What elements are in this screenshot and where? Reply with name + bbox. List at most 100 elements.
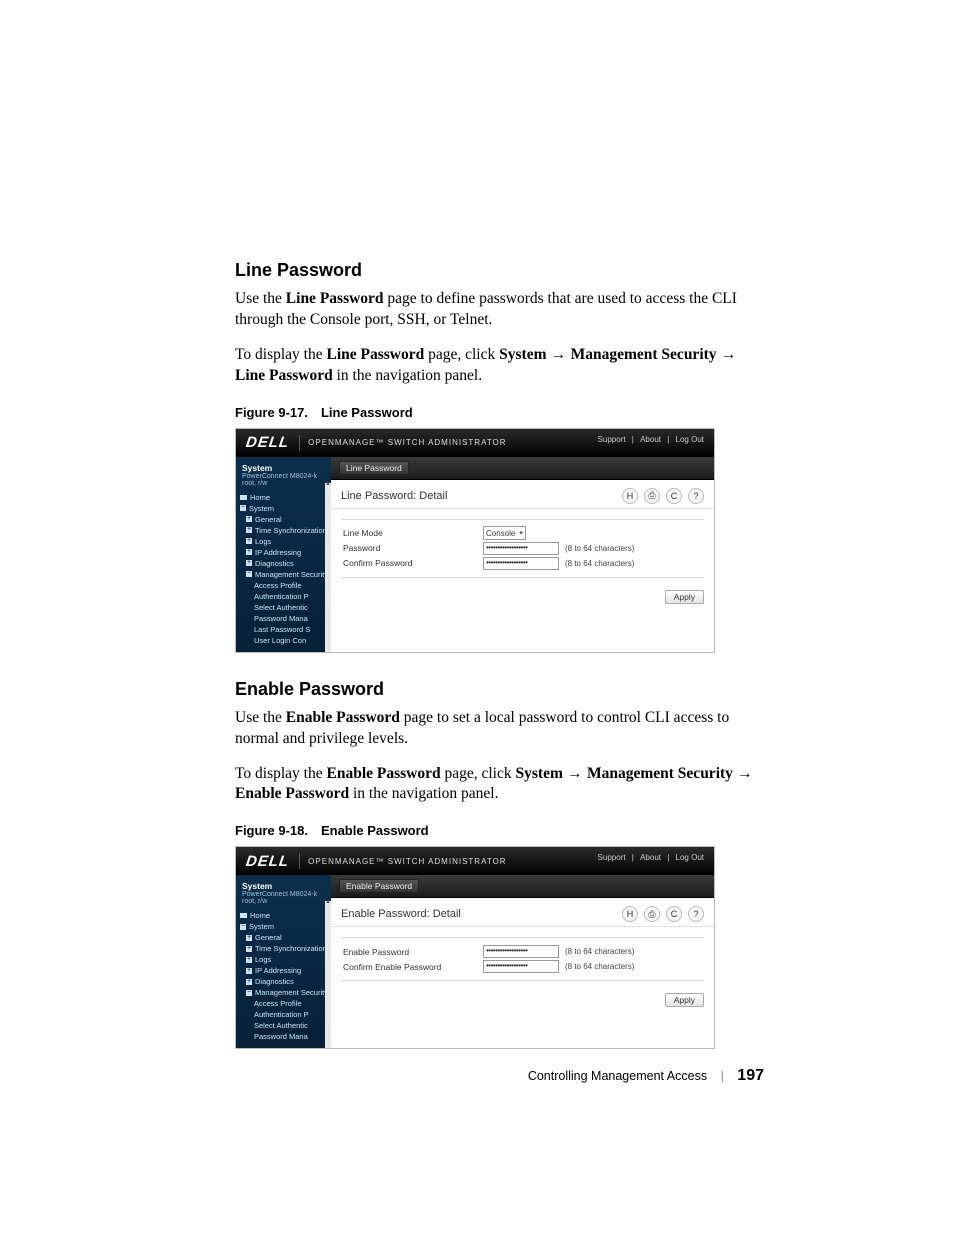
line-password-term: Line Password bbox=[286, 290, 384, 307]
app-header: DELL OPENMANAGE™ SWITCH ADMINISTRATOR Su… bbox=[236, 847, 714, 875]
collapse-icon[interactable] bbox=[246, 571, 252, 577]
expand-icon[interactable] bbox=[246, 935, 252, 941]
support-link[interactable]: Support bbox=[598, 853, 626, 862]
tree-general[interactable]: General bbox=[240, 932, 329, 943]
tree-home[interactable]: Home bbox=[240, 910, 329, 921]
sidebar-tree: Home System General Time Synchronization… bbox=[236, 490, 331, 648]
confirm-password-input[interactable]: •••••••••••••••••• bbox=[483, 557, 559, 570]
tree-logs[interactable]: Logs bbox=[240, 954, 329, 965]
text: Line Password bbox=[326, 346, 424, 363]
footer-title: Controlling Management Access bbox=[528, 1069, 707, 1083]
tree-select-auth[interactable]: Select Authentic bbox=[240, 602, 329, 613]
sep: | bbox=[630, 435, 637, 444]
sep: | bbox=[665, 853, 672, 862]
collapse-icon[interactable] bbox=[240, 505, 246, 511]
confirm-enable-password-input[interactable]: •••••••••••••••••• bbox=[483, 960, 559, 973]
page-title: Enable Password: Detail bbox=[341, 908, 622, 920]
tree-label: Password Mana bbox=[254, 1031, 308, 1042]
collapse-icon[interactable] bbox=[246, 990, 252, 996]
tree-password-mgmt[interactable]: Password Mana bbox=[240, 1031, 329, 1042]
app-title: OPENMANAGE™ SWITCH ADMINISTRATOR bbox=[299, 435, 506, 451]
nav-mgmt-sec: Management Security bbox=[571, 346, 717, 363]
expand-icon[interactable] bbox=[246, 549, 252, 555]
breadcrumb-tab[interactable]: Line Password bbox=[339, 461, 409, 475]
tree-select-auth[interactable]: Select Authentic bbox=[240, 1020, 329, 1031]
password-hint: (8 to 64 characters) bbox=[565, 962, 634, 971]
tree-label: Logs bbox=[255, 954, 271, 965]
tree-general[interactable]: General bbox=[240, 514, 329, 525]
tree-access-profile[interactable]: Access Profile bbox=[240, 998, 329, 1009]
tree-diag[interactable]: Diagnostics bbox=[240, 558, 329, 569]
about-link[interactable]: About bbox=[640, 853, 661, 862]
expand-icon[interactable] bbox=[246, 979, 252, 985]
logout-link[interactable]: Log Out bbox=[676, 435, 704, 444]
sep: | bbox=[665, 435, 672, 444]
expand-icon[interactable] bbox=[246, 527, 252, 533]
text: To display the bbox=[235, 765, 326, 782]
password-input[interactable]: •••••••••••••••••• bbox=[483, 542, 559, 555]
refresh-icon[interactable]: C bbox=[666, 488, 682, 504]
tree-auth-profile[interactable]: Authentication P bbox=[240, 1009, 329, 1020]
expand-icon[interactable] bbox=[246, 946, 252, 952]
password-hint: (8 to 64 characters) bbox=[565, 544, 634, 553]
tree-auth-profile[interactable]: Authentication P bbox=[240, 591, 329, 602]
tree-label: Logs bbox=[255, 536, 271, 547]
sidebar: System PowerConnect M8024-k root, r/w Ho… bbox=[236, 457, 331, 652]
tree-ipaddr[interactable]: IP Addressing bbox=[240, 965, 329, 976]
support-link[interactable]: Support bbox=[598, 435, 626, 444]
help-icon[interactable]: ? bbox=[688, 906, 704, 922]
breadcrumb-tab[interactable]: Enable Password bbox=[339, 879, 419, 893]
tree-system[interactable]: System bbox=[240, 921, 329, 932]
tree-access-profile[interactable]: Access Profile bbox=[240, 580, 329, 591]
tree-home[interactable]: Home bbox=[240, 492, 329, 503]
print-icon[interactable]: ⎙ bbox=[644, 906, 660, 922]
tree-logs[interactable]: Logs bbox=[240, 536, 329, 547]
tree-password-mgmt[interactable]: Password Mana bbox=[240, 613, 329, 624]
content-area: Line Password Line Password: Detail H ⎙ … bbox=[331, 457, 714, 652]
tree-diag[interactable]: Diagnostics bbox=[240, 976, 329, 987]
footer-divider: | bbox=[721, 1069, 724, 1083]
page-number: 197 bbox=[737, 1067, 764, 1084]
row-confirm-enable-password: Confirm Enable Password ••••••••••••••••… bbox=[341, 959, 704, 974]
tree-timesync[interactable]: Time Synchronization bbox=[240, 525, 329, 536]
about-link[interactable]: About bbox=[640, 435, 661, 444]
tree-label: System bbox=[249, 503, 274, 514]
expand-icon[interactable] bbox=[246, 968, 252, 974]
tree-last-password[interactable]: Last Password S bbox=[240, 624, 329, 635]
tree-mgmtsec[interactable]: Management Security bbox=[240, 569, 329, 580]
line-mode-select[interactable]: Console bbox=[483, 526, 526, 540]
print-icon[interactable]: ⎙ bbox=[644, 488, 660, 504]
tree-label: Home bbox=[250, 910, 270, 921]
breadcrumb: Line Password bbox=[331, 457, 714, 480]
tree-system[interactable]: System bbox=[240, 503, 329, 514]
tree-user-login[interactable]: User Login Con bbox=[240, 635, 329, 646]
help-icon[interactable]: ? bbox=[688, 488, 704, 504]
expand-icon[interactable] bbox=[246, 538, 252, 544]
save-icon[interactable]: H bbox=[622, 906, 638, 922]
figure-9-18-caption: Figure 9-18. Enable Password bbox=[235, 823, 764, 838]
refresh-icon[interactable]: C bbox=[666, 906, 682, 922]
nav-enable-password: Enable Password bbox=[235, 785, 349, 802]
nav-mgmt-sec: Management Security bbox=[587, 765, 733, 782]
line-password-screenshot: DELL OPENMANAGE™ SWITCH ADMINISTRATOR Su… bbox=[235, 428, 715, 653]
tree-timesync[interactable]: Time Synchronization bbox=[240, 943, 329, 954]
tree-label: Select Authentic bbox=[254, 1020, 308, 1031]
collapse-icon[interactable] bbox=[240, 924, 246, 930]
page-footer: Controlling Management Access | 197 bbox=[235, 1067, 764, 1085]
apply-button[interactable]: Apply bbox=[665, 590, 704, 604]
logout-link[interactable]: Log Out bbox=[676, 853, 704, 862]
enable-password-input[interactable]: •••••••••••••••••• bbox=[483, 945, 559, 958]
line-password-desc: Use the Line Password page to define pas… bbox=[235, 289, 764, 331]
apply-button[interactable]: Apply bbox=[665, 993, 704, 1007]
enable-password-desc: Use the Enable Password page to set a lo… bbox=[235, 708, 764, 750]
sidebar-user: root, r/w bbox=[242, 480, 325, 487]
sidebar-model: PowerConnect M8024-k bbox=[242, 473, 325, 480]
enable-password-heading: Enable Password bbox=[235, 679, 764, 700]
text: page, click bbox=[424, 346, 499, 363]
save-icon[interactable]: H bbox=[622, 488, 638, 504]
tree-ipaddr[interactable]: IP Addressing bbox=[240, 547, 329, 558]
tree-mgmtsec[interactable]: Management Security bbox=[240, 987, 329, 998]
expand-icon[interactable] bbox=[246, 560, 252, 566]
expand-icon[interactable] bbox=[246, 957, 252, 963]
expand-icon[interactable] bbox=[246, 516, 252, 522]
